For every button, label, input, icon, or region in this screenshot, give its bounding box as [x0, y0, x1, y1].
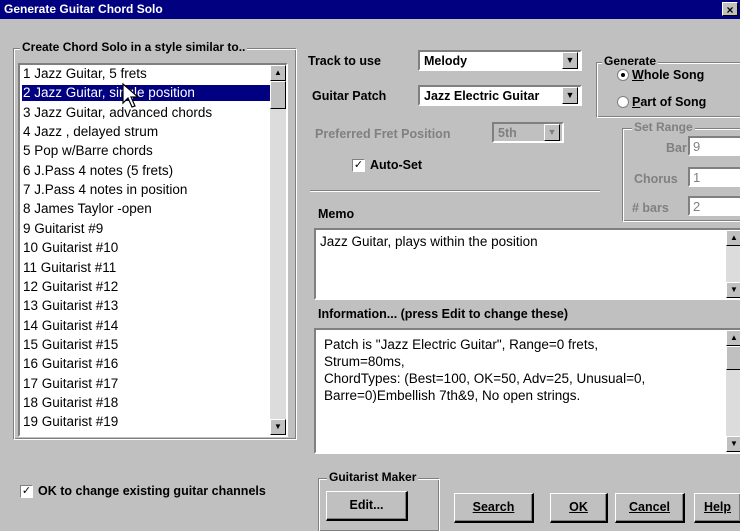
- fret-label: Preferred Fret Position: [315, 127, 451, 141]
- list-item[interactable]: 5 Pop w/Barre chords: [22, 143, 153, 159]
- scroll-up-button[interactable]: ▲: [726, 230, 740, 246]
- scroll-up-button[interactable]: ▲: [726, 330, 740, 346]
- ok-button[interactable]: OK: [550, 493, 608, 523]
- part-song-radio[interactable]: [617, 96, 629, 108]
- ok-change-label: OK to change existing guitar channels: [38, 484, 266, 498]
- memo-label: Memo: [318, 207, 355, 221]
- bars-value: 2: [693, 199, 701, 214]
- list-item[interactable]: 2 Jazz Guitar, single position: [22, 85, 271, 102]
- edit-button-label: Edit...: [349, 498, 384, 512]
- info-line: Barre=0)Embellish 7th&9, No open strings…: [324, 388, 581, 403]
- title-bar: Generate Guitar Chord Solo ×: [0, 0, 740, 19]
- info-line: Patch is "Jazz Electric Guitar", Range=0…: [324, 337, 599, 352]
- fret-select[interactable]: 5th ▼: [492, 122, 564, 143]
- scroll-thumb[interactable]: [726, 346, 740, 370]
- whole-song-label: Whole Song: [632, 68, 705, 82]
- auto-set-checkbox[interactable]: ✓: [352, 159, 365, 172]
- generate-legend: Generate: [602, 54, 659, 68]
- list-item[interactable]: 19 Guitarist #19: [22, 414, 118, 430]
- cancel-button[interactable]: Cancel: [615, 493, 685, 523]
- track-label: Track to use: [308, 54, 381, 68]
- list-item[interactable]: 14 Guitarist #14: [22, 318, 118, 334]
- list-item[interactable]: 17 Guitarist #17: [22, 376, 118, 392]
- help-button[interactable]: Help: [694, 493, 740, 523]
- search-button[interactable]: Search: [454, 493, 534, 523]
- set-range-legend: Set Range: [632, 120, 695, 134]
- list-item[interactable]: 18 Guitarist #18: [22, 395, 118, 411]
- edit-button[interactable]: Edit...: [326, 491, 408, 521]
- style-listbox[interactable]: 1 Jazz Guitar, 5 frets 2 Jazz Guitar, sin…: [18, 63, 288, 437]
- list-item[interactable]: 7 J.Pass 4 notes in position: [22, 182, 187, 198]
- bar-value: 9: [693, 139, 701, 154]
- memo-scrollbar[interactable]: ▲ ▼: [726, 230, 740, 298]
- scroll-down-button[interactable]: ▼: [726, 436, 740, 452]
- cancel-button-label: Cancel: [629, 500, 670, 514]
- part-song-text: art of Song: [640, 95, 707, 109]
- bars-label: # bars: [632, 201, 669, 215]
- info-line: Strum=80ms,: [324, 354, 405, 369]
- scroll-thumb[interactable]: [270, 81, 286, 109]
- list-item[interactable]: 12 Guitarist #12: [22, 279, 118, 295]
- fret-value: 5th: [498, 126, 517, 140]
- mouse-cursor-icon: [122, 83, 140, 108]
- close-button[interactable]: ×: [722, 2, 738, 17]
- divider: [310, 190, 600, 192]
- list-item[interactable]: 16 Guitarist #16: [22, 356, 118, 372]
- listbox-scrollbar[interactable]: ▲ ▼: [270, 65, 286, 435]
- window-title: Generate Guitar Chord Solo: [4, 2, 163, 16]
- auto-set-label: Auto-Set: [370, 158, 423, 172]
- patch-select[interactable]: Jazz Electric Guitar ▼: [418, 85, 582, 106]
- bar-field[interactable]: 9: [688, 136, 740, 156]
- chorus-field[interactable]: 1: [688, 167, 740, 187]
- help-button-label: Help: [703, 500, 732, 514]
- list-item[interactable]: 3 Jazz Guitar, advanced chords: [22, 105, 212, 121]
- list-item[interactable]: 9 Guitarist #9: [22, 221, 103, 237]
- whole-song-text: hole Song: [643, 68, 705, 82]
- patch-label: Guitar Patch: [312, 89, 387, 103]
- part-song-label: Part of Song: [632, 95, 707, 109]
- search-button-label: Search: [472, 500, 515, 514]
- list-item[interactable]: 11 Guitarist #11: [22, 260, 116, 276]
- chevron-down-icon[interactable]: ▼: [562, 52, 578, 69]
- style-group-legend: Create Chord Solo in a style similar to.…: [20, 40, 248, 54]
- scroll-down-button[interactable]: ▼: [726, 282, 740, 298]
- ok-change-checkbox[interactable]: ✓: [20, 485, 33, 498]
- chevron-down-icon[interactable]: ▼: [562, 87, 578, 104]
- scroll-up-button[interactable]: ▲: [270, 65, 286, 81]
- list-item[interactable]: 6 J.Pass 4 notes (5 frets): [22, 163, 173, 179]
- list-item[interactable]: 4 Jazz , delayed strum: [22, 124, 158, 140]
- guitarist-maker-legend: Guitarist Maker: [327, 470, 419, 484]
- patch-value: Jazz Electric Guitar: [424, 89, 540, 103]
- info-label: Information... (press Edit to change the…: [318, 307, 569, 321]
- info-text: Patch is "Jazz Electric Guitar", Range=0…: [324, 336, 645, 404]
- chorus-value: 1: [693, 170, 701, 185]
- whole-song-radio[interactable]: [617, 69, 629, 81]
- bars-field[interactable]: 2: [688, 196, 740, 216]
- scroll-down-button[interactable]: ▼: [270, 419, 286, 435]
- ok-button-label: OK: [569, 500, 588, 514]
- info-textarea[interactable]: Patch is "Jazz Electric Guitar", Range=0…: [314, 328, 740, 454]
- list-item[interactable]: 13 Guitarist #13: [22, 298, 118, 314]
- memo-textarea[interactable]: Jazz Guitar, plays within the position ▲…: [314, 228, 740, 300]
- list-item[interactable]: 8 James Taylor -open: [22, 201, 152, 217]
- track-select[interactable]: Melody ▼: [418, 50, 582, 71]
- chevron-down-icon[interactable]: ▼: [544, 124, 560, 141]
- info-line: ChordTypes: (Best=100, OK=50, Adv=25, Un…: [324, 371, 646, 386]
- list-item[interactable]: 10 Guitarist #10: [22, 240, 118, 256]
- bar-label: Bar: [666, 141, 687, 155]
- chorus-label: Chorus: [634, 172, 678, 186]
- list-item[interactable]: 15 Guitarist #15: [22, 337, 118, 353]
- info-scrollbar[interactable]: ▲ ▼: [726, 330, 740, 452]
- track-value: Melody: [424, 54, 468, 68]
- list-item[interactable]: 1 Jazz Guitar, 5 frets: [22, 66, 147, 82]
- memo-text: Jazz Guitar, plays within the position: [320, 234, 538, 249]
